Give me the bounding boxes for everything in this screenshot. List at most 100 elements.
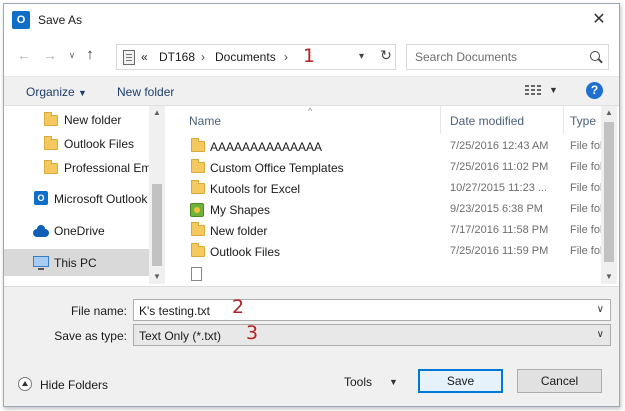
title-bar: O Save As ✕	[4, 4, 619, 36]
column-header-name[interactable]: Name	[189, 106, 221, 134]
file-row[interactable]: Kutools for Excel 10/27/2015 11:23 ... F…	[168, 179, 601, 200]
forward-arrow-icon[interactable]: →	[42, 46, 58, 64]
computer-icon	[33, 256, 49, 270]
nav-item-professional-email[interactable]: Professional Ema	[4, 154, 158, 181]
nav-item-this-pc[interactable]: This PC	[4, 249, 149, 276]
save-as-type-select[interactable]: Text Only (*.txt) 3 ∨	[133, 322, 611, 346]
onedrive-cloud-icon	[33, 225, 49, 237]
sort-ascending-icon: ^	[308, 106, 313, 116]
file-date: 10/27/2015 11:23 ...	[450, 182, 548, 194]
address-overflow[interactable]: «	[141, 50, 148, 64]
column-header-date[interactable]: Date modified	[450, 106, 524, 134]
column-header-type[interactable]: Type	[570, 106, 596, 134]
navigation-pane: New folder Outlook Files Professional Em…	[4, 106, 165, 284]
nav-item-label: Professional Ema	[64, 161, 159, 175]
breadcrumb-documents[interactable]: Documents	[215, 50, 276, 64]
breadcrumb-dt168[interactable]: DT168	[159, 50, 195, 64]
close-button[interactable]: ✕	[589, 10, 609, 30]
view-dropdown-icon[interactable]: ▼	[549, 85, 558, 95]
file-type: File fol	[570, 182, 601, 194]
save-button[interactable]: Save	[418, 369, 503, 393]
column-divider[interactable]	[440, 106, 441, 134]
callout-number: 2	[232, 296, 245, 318]
nav-scroll-thumb[interactable]	[152, 184, 162, 266]
chevron-down-icon: ▼	[78, 88, 87, 98]
file-row[interactable]: Custom Office Templates 7/25/2016 11:02 …	[168, 158, 601, 179]
file-type: File fol	[570, 245, 601, 257]
callout-number: 3	[246, 322, 259, 344]
file-name: Custom Office Templates	[210, 161, 344, 175]
recent-locations-chevron-icon[interactable]: ∨	[64, 46, 80, 64]
column-divider[interactable]	[563, 106, 564, 134]
view-options-icon[interactable]	[525, 85, 541, 97]
nav-item-new-folder[interactable]: New folder	[4, 106, 149, 133]
file-name: Outlook Files	[210, 245, 281, 259]
save-options-area: File name: K's testing.txt 2 ∨ Save as t…	[4, 286, 619, 406]
file-name-value: K's testing.txt	[139, 304, 210, 318]
chevron-down-icon[interactable]: ∨	[597, 329, 604, 340]
breadcrumb-chevron-icon[interactable]: ›	[284, 50, 288, 64]
save-as-type-label: Save as type:	[54, 329, 127, 343]
file-date: 7/25/2016 11:02 PM	[450, 161, 549, 173]
file-list-scrollbar[interactable]: ▲ ▼	[601, 106, 617, 284]
save-as-type-value: Text Only (*.txt)	[139, 329, 222, 343]
refresh-icon[interactable]: ↻	[377, 47, 395, 67]
document-location-icon	[123, 50, 135, 65]
document-icon	[191, 267, 202, 281]
scroll-down-icon[interactable]: ▼	[601, 270, 617, 284]
file-row[interactable]: New folder 7/17/2016 11:58 PM File fol	[168, 221, 601, 242]
file-name: New folder	[210, 224, 268, 238]
nav-item-onedrive[interactable]: OneDrive	[4, 217, 149, 244]
new-folder-button[interactable]: New folder	[117, 85, 174, 99]
file-type: File fol	[570, 161, 601, 173]
breadcrumb-chevron-icon[interactable]: ›	[201, 50, 205, 64]
scroll-down-icon[interactable]: ▼	[149, 270, 165, 284]
chevron-down-icon[interactable]: ∨	[597, 304, 604, 315]
file-name-field[interactable]: K's testing.txt 2 ∨	[133, 296, 611, 321]
address-dropdown-icon[interactable]: ▾	[359, 51, 364, 62]
cancel-button[interactable]: Cancel	[517, 369, 602, 393]
file-name-label: File name:	[70, 304, 127, 318]
file-row[interactable]: AAAAAAAAAAAAAA 7/25/2016 12:43 AM File f…	[168, 137, 601, 158]
nav-item-label: Outlook Files	[64, 137, 135, 151]
file-date: 7/17/2016 11:58 PM	[450, 224, 549, 236]
file-row-partial[interactable]	[168, 264, 601, 284]
address-bar[interactable]: « DT168 › Documents › 1 ▾ ↻	[116, 44, 396, 70]
folder-icon	[191, 180, 205, 194]
file-name: AAAAAAAAAAAAAA	[210, 140, 323, 154]
window-title: Save As	[38, 13, 83, 27]
outlook-icon: O	[34, 191, 48, 205]
file-list-scroll-thumb[interactable]	[604, 122, 614, 262]
folder-icon	[44, 136, 58, 150]
file-name: Kutools for Excel	[210, 182, 301, 196]
nav-scrollbar[interactable]: ▲ ▼	[149, 106, 165, 284]
file-row[interactable]: My Shapes 9/23/2015 6:38 PM File fol	[168, 200, 601, 221]
file-type: File fol	[570, 224, 601, 236]
tools-dropdown-icon[interactable]: ▼	[389, 377, 398, 387]
file-row[interactable]: Outlook Files 7/25/2016 11:59 PM File fo…	[168, 242, 601, 263]
up-arrow-icon[interactable]: ↑	[82, 46, 98, 64]
file-type: File fol	[570, 140, 601, 152]
folder-icon	[191, 138, 205, 152]
address-row: ← → ∨ ↑ « DT168 › Documents › 1 ▾ ↻	[4, 40, 619, 72]
search-icon[interactable]	[590, 51, 600, 61]
help-icon[interactable]: ?	[586, 82, 603, 99]
save-as-dialog: O Save As ✕ ← → ∨ ↑ « DT168 › Documents …	[3, 3, 620, 407]
nav-item-outlook-files[interactable]: Outlook Files	[4, 130, 149, 157]
nav-item-label: This PC	[54, 256, 97, 270]
collapse-up-icon	[18, 377, 32, 391]
folder-icon	[44, 112, 58, 126]
tools-menu[interactable]: Tools	[344, 375, 372, 389]
callout-number: 1	[303, 45, 316, 67]
search-input[interactable]	[407, 45, 587, 69]
hide-folders-label: Hide Folders	[40, 378, 109, 392]
nav-item-microsoft-outlook[interactable]: O Microsoft Outlook	[4, 185, 149, 212]
nav-item-label: Microsoft Outlook	[54, 192, 148, 206]
scroll-up-icon[interactable]: ▲	[149, 106, 165, 120]
back-arrow-icon[interactable]: ←	[16, 46, 32, 64]
search-box	[406, 44, 609, 70]
folder-icon	[191, 243, 205, 257]
shapes-folder-icon	[190, 203, 204, 217]
organize-menu[interactable]: Organize ▼	[26, 85, 87, 99]
scroll-up-icon[interactable]: ▲	[601, 106, 617, 120]
